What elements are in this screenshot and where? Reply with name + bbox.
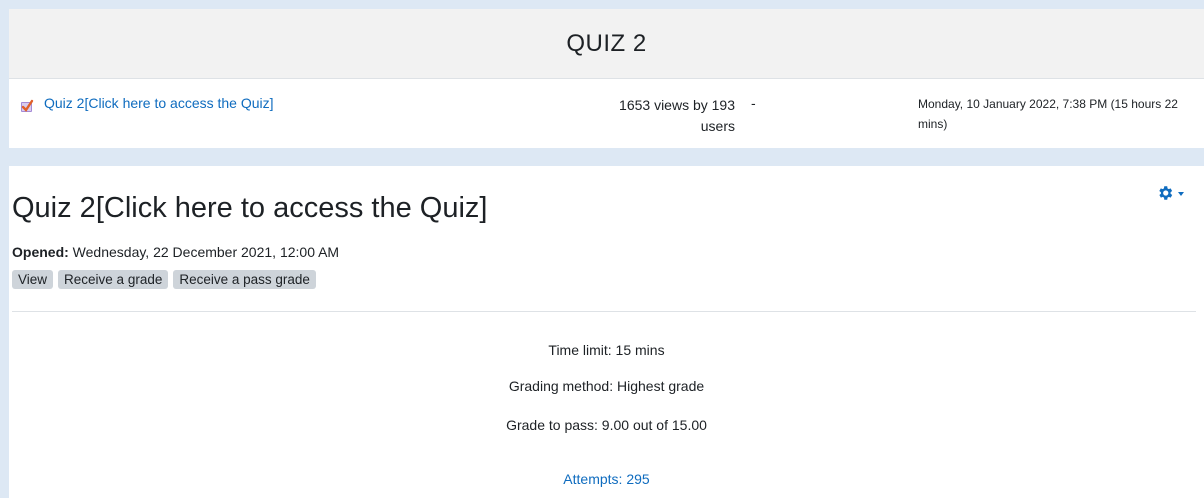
actions-menu-button[interactable] <box>1156 184 1184 202</box>
report-row: Quiz 2[Click here to access the Quiz] 16… <box>9 79 1204 148</box>
quiz-icon <box>21 99 34 112</box>
views-count: 1653 views by 193 users <box>569 95 735 137</box>
completion-badge-receive-grade: Receive a grade <box>58 270 169 289</box>
gear-icon <box>1159 186 1173 200</box>
activity-detail: Quiz 2[Click here to access the Quiz] Op… <box>9 166 1204 498</box>
views-line-2: users <box>700 118 735 134</box>
last-access: Monday, 10 January 2022, 7:38 PM (15 hou… <box>918 97 1178 131</box>
opened-value: Wednesday, 22 December 2021, 12:00 AM <box>68 244 340 260</box>
time-limit: Time limit: 15 mins <box>548 342 665 358</box>
opened-date: Opened: Wednesday, 22 December 2021, 12:… <box>12 244 339 260</box>
opened-label: Opened: <box>12 244 69 260</box>
completion-badge-view: View <box>12 270 54 289</box>
attempts-link[interactable]: Attempts: 295 <box>563 471 649 487</box>
completion-requirements: View Receive a grade Receive a pass grad… <box>12 270 316 289</box>
activity-report: QUIZ 2 Quiz 2[Click here to access the Q… <box>9 9 1204 148</box>
attempts-line: Attempts: 295 <box>9 471 1204 487</box>
views-line-1: 1653 views by 193 <box>619 97 735 113</box>
report-title: QUIZ 2 <box>9 9 1204 79</box>
grade-to-pass: Grade to pass: 9.00 out of 15.00 <box>506 417 707 433</box>
completion-badge-receive-pass-grade: Receive a pass grade <box>173 270 316 289</box>
divider <box>12 311 1196 312</box>
activity-link[interactable]: Quiz 2[Click here to access the Quiz] <box>44 95 274 111</box>
chevron-down-icon <box>1178 192 1184 196</box>
grading-method: Grading method: Highest grade <box>508 378 705 394</box>
related-blog-entry: - <box>751 95 756 111</box>
page-title: Quiz 2[Click here to access the Quiz] <box>12 192 488 224</box>
